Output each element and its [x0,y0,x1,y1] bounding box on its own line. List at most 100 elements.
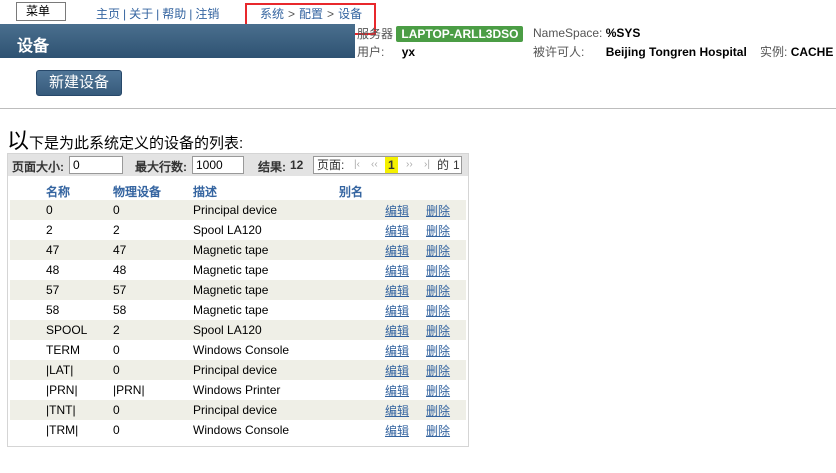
namespace-label: NameSpace: [533,26,603,40]
physical-device-cell: 48 [113,263,127,277]
first-page-icon[interactable]: |‹ [354,157,360,173]
row-spacer [10,380,46,400]
breadcrumb-devices-link[interactable]: 设备 [338,7,362,21]
device-name-cell: 48 [46,263,60,277]
alias-cell [339,380,385,400]
device-table-panel: 页面大小: 最大行数: 结果: 12 页面: |‹ ‹‹ 1 ›› ›| 的 1… [7,153,469,447]
page-size-input[interactable] [69,156,123,174]
current-page[interactable]: 1 [385,157,398,173]
delete-link[interactable]: 删除 [426,264,450,278]
column-header-name[interactable]: 名称 [46,182,113,200]
table-row: 58 58 Magnetic tape 编辑 删除 [10,300,466,320]
delete-link[interactable]: 删除 [426,404,450,418]
row-spacer [10,220,46,240]
delete-link[interactable]: 删除 [426,324,450,338]
edit-link[interactable]: 编辑 [385,304,409,318]
edit-cell: 编辑 [385,220,426,240]
namespace-value: %SYS [605,26,641,40]
licensee-info: 被许可人: Beijing Tongren Hospital [533,43,747,60]
server-info: 服务器 LAPTOP-ARLL3DSO [357,25,524,42]
delete-link[interactable]: 删除 [426,364,450,378]
page-label: 页面: [317,158,345,172]
description-cell: Principal device [193,400,339,420]
description-cell: Windows Printer [193,383,281,397]
device-name-cell: 0 [46,200,113,220]
edit-link[interactable]: 编辑 [385,324,409,338]
nav-home-link[interactable]: 主页 [96,7,120,21]
edit-link[interactable]: 编辑 [385,244,409,258]
nav-about-link[interactable]: 关于 [129,7,153,21]
next-page-icon[interactable]: ›› [406,157,413,173]
of-label: 的 [437,158,450,172]
delete-link[interactable]: 删除 [426,304,450,318]
edit-link[interactable]: 编辑 [385,284,409,298]
table-body: 0 0 Principal device 编辑 删除 2 2 Spool LA120 编辑 删除 4… [10,200,466,440]
physical-device-cell: 0 [113,200,193,220]
delete-link[interactable]: 删除 [426,204,450,218]
row-spacer [10,400,46,420]
edit-link[interactable]: 编辑 [385,364,409,378]
column-header-alias[interactable]: 别名 [339,182,385,200]
alias-cell [339,200,385,220]
physical-device-cell: 0 [113,423,120,437]
breadcrumb-system-link[interactable]: 系统 [260,7,284,21]
alias-cell [339,400,385,420]
device-name-cell: 57 [46,280,113,300]
edit-cell: 编辑 [385,420,426,440]
delete-link[interactable]: 删除 [426,284,450,298]
edit-link[interactable]: 编辑 [385,424,409,438]
breadcrumb-separator: > [288,7,296,21]
nav-help-link[interactable]: 帮助 [162,7,186,21]
description-cell: Principal device [193,200,339,220]
menu-button[interactable]: 菜单 [16,2,66,21]
edit-link[interactable]: 编辑 [385,404,409,418]
new-device-button[interactable]: 新建设备 [36,70,122,96]
edit-cell: 编辑 [385,240,426,260]
delete-link[interactable]: 删除 [426,224,450,238]
instance-info: 实例: CACHE [760,43,833,60]
physical-device-cell: 0 [113,360,193,380]
edit-link[interactable]: 编辑 [385,384,409,398]
breadcrumb-config-link[interactable]: 配置 [299,7,323,21]
edit-link[interactable]: 编辑 [385,224,409,238]
delete-cell: 删除 [426,260,466,280]
delete-link[interactable]: 删除 [426,244,450,258]
last-page-icon[interactable]: ›| [424,157,430,173]
licensee-label: 被许可人: [533,45,585,59]
delete-link[interactable]: 删除 [426,424,450,438]
edit-cell: 编辑 [385,300,426,320]
edit-link[interactable]: 编辑 [385,204,409,218]
max-rows-input[interactable] [192,156,244,174]
description-cell: Windows Console [193,423,290,437]
physical-device-cell: 0 [113,343,120,357]
description-cell: Spool LA120 [193,320,339,340]
nav-separator: | [156,7,160,21]
edit-cell: 编辑 [385,380,426,400]
row-spacer [10,240,46,260]
column-header-physical[interactable]: 物理设备 [113,182,193,200]
delete-link[interactable]: 删除 [426,384,450,398]
prev-page-icon[interactable]: ‹‹ [371,157,378,173]
delete-link[interactable]: 删除 [426,344,450,358]
description-text: 下是为此系统定义的设备的列表: [29,135,244,152]
delete-cell: 删除 [426,220,466,240]
user-info: 用户: yx [357,43,415,60]
edit-link[interactable]: 编辑 [385,264,409,278]
licensee-value: Beijing Tongren Hospital [605,45,747,59]
physical-device-cell: 47 [113,240,193,260]
physical-device-cell: 0 [113,400,193,420]
alias-cell [339,280,385,300]
breadcrumb: 系统 > 配置 > 设备 [260,5,362,22]
delete-cell: 删除 [426,380,466,400]
page-size-label: 页面大小: [12,160,64,174]
edit-link[interactable]: 编辑 [385,344,409,358]
physical-device-cell: 2 [113,223,120,237]
edit-cell: 编辑 [385,340,426,360]
physical-device-cell: 2 [113,320,193,340]
table-row: 48 48 Magnetic tape 编辑 删除 [10,260,466,280]
column-header-description[interactable]: 描述 [193,182,339,200]
description-lead-char: 以 [7,128,30,153]
edit-cell: 编辑 [385,260,426,280]
row-spacer [10,340,46,360]
nav-logout-link[interactable]: 注销 [195,7,219,21]
